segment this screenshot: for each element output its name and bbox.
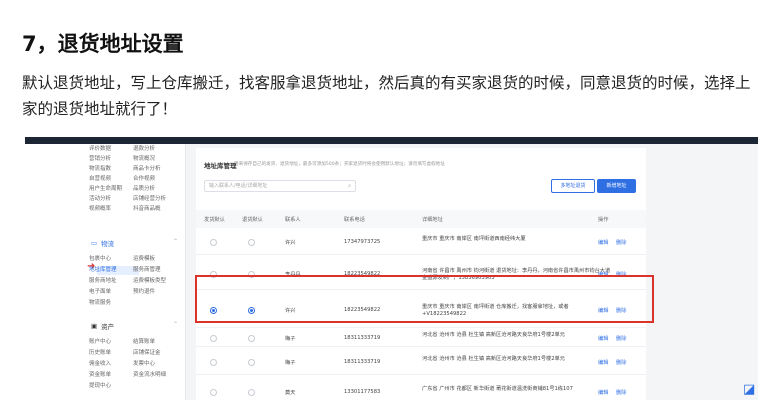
sidebar-row[interactable]: 服务商地址 运费模板类型 — [89, 276, 167, 284]
edit-link[interactable]: 编辑 — [598, 389, 608, 396]
contact-name: 奠天 — [285, 390, 296, 396]
ship-default-radio[interactable] — [210, 389, 217, 396]
detail-address: 重庆市 重庆市 南岸区 南坪街道西南经纬大厦 — [422, 236, 526, 242]
app-logo-icon: ◪ — [743, 382, 756, 397]
paragraph: 默认退货地址，写上仓库搬迁，找客服拿退货地址，然后真的有买家退货的时候，同意退货… — [22, 74, 751, 118]
delete-link[interactable]: 删除 — [616, 389, 626, 396]
edit-link[interactable]: 编辑 — [598, 335, 608, 342]
table-row: 许兴 17347973725 重庆市 重庆市 南岸区 南坪街道西南经纬大厦编辑 删除 — [196, 230, 646, 255]
sidebar-row[interactable]: 视频概率 抖音商品概 — [89, 204, 167, 212]
sidebar-item-address-library[interactable]: 地址库管理 服务商管理 — [89, 265, 167, 273]
highlight-box — [195, 275, 654, 323]
page-description: 用来保存自己的发货、退货地址，最多可添加500条；买家退货时将会使用默认地址；请… — [234, 162, 445, 167]
table-header: 发货默认 退货默认 联系人 联系电话 详细地址 操作 — [196, 210, 646, 228]
edit-link[interactable]: 编辑 — [598, 359, 608, 366]
delete-link[interactable]: 删除 — [616, 335, 626, 342]
return-default-radio[interactable] — [248, 389, 255, 396]
sidebar-row[interactable]: 评价数据 退款分析 — [89, 144, 167, 152]
chevron-up-icon[interactable]: ⌃ — [173, 321, 178, 328]
sidebar-row[interactable]: 资金账单 资金流水明细 — [89, 370, 167, 378]
top-bar — [25, 137, 758, 144]
delete-link[interactable]: 删除 — [616, 239, 626, 246]
wallet-icon: ▣ — [91, 322, 98, 330]
table-row: 奠天 13301177583 广东省 广州市 花都区 新华街道 莆花街道温洗街商铺8… — [196, 379, 646, 400]
sidebar: 评价数据 退款分析 营销分析 物流概况 物流指数 商品卡分析 自营视频 合作视频 用户生… — [25, 144, 186, 400]
sidebar-row[interactable]: 包裹中心 运费模板 — [89, 254, 167, 262]
detail-address: 河北省 沧州市 沧县 杜生镇 高新区沧河路天良华府1号楼2单元 — [422, 332, 565, 338]
contact-phone: 17347973725 — [344, 239, 381, 245]
sidebar-section-assets[interactable]: ▣ 资产 — [91, 321, 114, 331]
sidebar-row[interactable]: 历史账单 店铺保证金 — [89, 348, 167, 356]
sidebar-row[interactable]: 活动分析 店铺经营分析 — [89, 194, 167, 202]
contact-name: 梅子 — [285, 336, 296, 342]
edit-link[interactable]: 编辑 — [598, 239, 608, 246]
contact-phone: 18311333719 — [344, 335, 381, 341]
detail-address: 广东省 广州市 花都区 新华街道 莆花街道温洗街商铺81号1栋107 — [422, 386, 573, 392]
table-row: 梅子 18311333719 河北省 沧州市 沧县 杜生镇 高新区沧河路天良华府1号… — [196, 350, 646, 375]
ship-default-radio[interactable] — [210, 359, 217, 366]
sidebar-row[interactable]: 自营视频 合作视频 — [89, 174, 167, 182]
search-icon[interactable]: ⌕ — [348, 181, 351, 191]
sidebar-row[interactable]: 账户中心 结算账单 — [89, 337, 167, 345]
sidebar-row[interactable]: 电子面单 预约退件 — [89, 287, 167, 295]
sidebar-row[interactable]: 物流服务 — [89, 298, 167, 306]
table-row: 梅子 18311333719 河北省 沧州市 沧县 杜生镇 高新区沧河路天良华府1号… — [196, 330, 646, 347]
search-input[interactable]: 输入联系人/电话/详细地址 ⌕ — [204, 180, 356, 192]
page-title: 地址库管理 — [204, 162, 237, 170]
contact-name: 梅子 — [285, 360, 296, 366]
sidebar-row[interactable]: 提现中心 — [89, 381, 167, 389]
ship-default-radio[interactable] — [210, 239, 217, 246]
contact-name: 许兴 — [285, 240, 296, 246]
sidebar-row[interactable]: 用户生命周期 品质分析 — [89, 184, 167, 192]
return-default-radio[interactable] — [248, 359, 255, 366]
delete-link[interactable]: 删除 — [616, 359, 626, 366]
add-address-button[interactable]: 新增地址 — [597, 179, 636, 193]
heading: 7，退货地址设置 — [22, 32, 184, 56]
chevron-up-icon[interactable]: ⌃ — [173, 238, 178, 245]
contact-phone: 18311333719 — [344, 359, 381, 365]
ship-default-radio[interactable] — [210, 335, 217, 342]
return-default-radio[interactable] — [248, 239, 255, 246]
detail-address: 河北省 沧州市 沧县 杜生镇 高新区沧河路天良华府1号楼2单元 — [422, 356, 565, 362]
multi-address-return-button[interactable]: 多地址退货 — [551, 179, 595, 193]
sidebar-row[interactable]: 营销分析 物流概况 — [89, 154, 167, 162]
sidebar-section-logistics[interactable]: ▭ 物流 — [91, 238, 114, 248]
sidebar-row[interactable]: 物流指数 商品卡分析 — [89, 164, 167, 172]
embedded-screenshot: 评价数据 退款分析 营销分析 物流概况 物流指数 商品卡分析 自营视频 合作视频 用户生… — [25, 137, 758, 400]
truck-icon: ▭ — [91, 239, 98, 247]
contact-phone: 13301177583 — [344, 389, 381, 395]
return-default-radio[interactable] — [248, 335, 255, 342]
address-panel: 地址库管理 用来保存自己的发货、退货地址，最多可添加500条；买家退货时将会使用… — [196, 148, 646, 400]
sidebar-row[interactable]: 佣金收入 发票中心 — [89, 359, 167, 367]
